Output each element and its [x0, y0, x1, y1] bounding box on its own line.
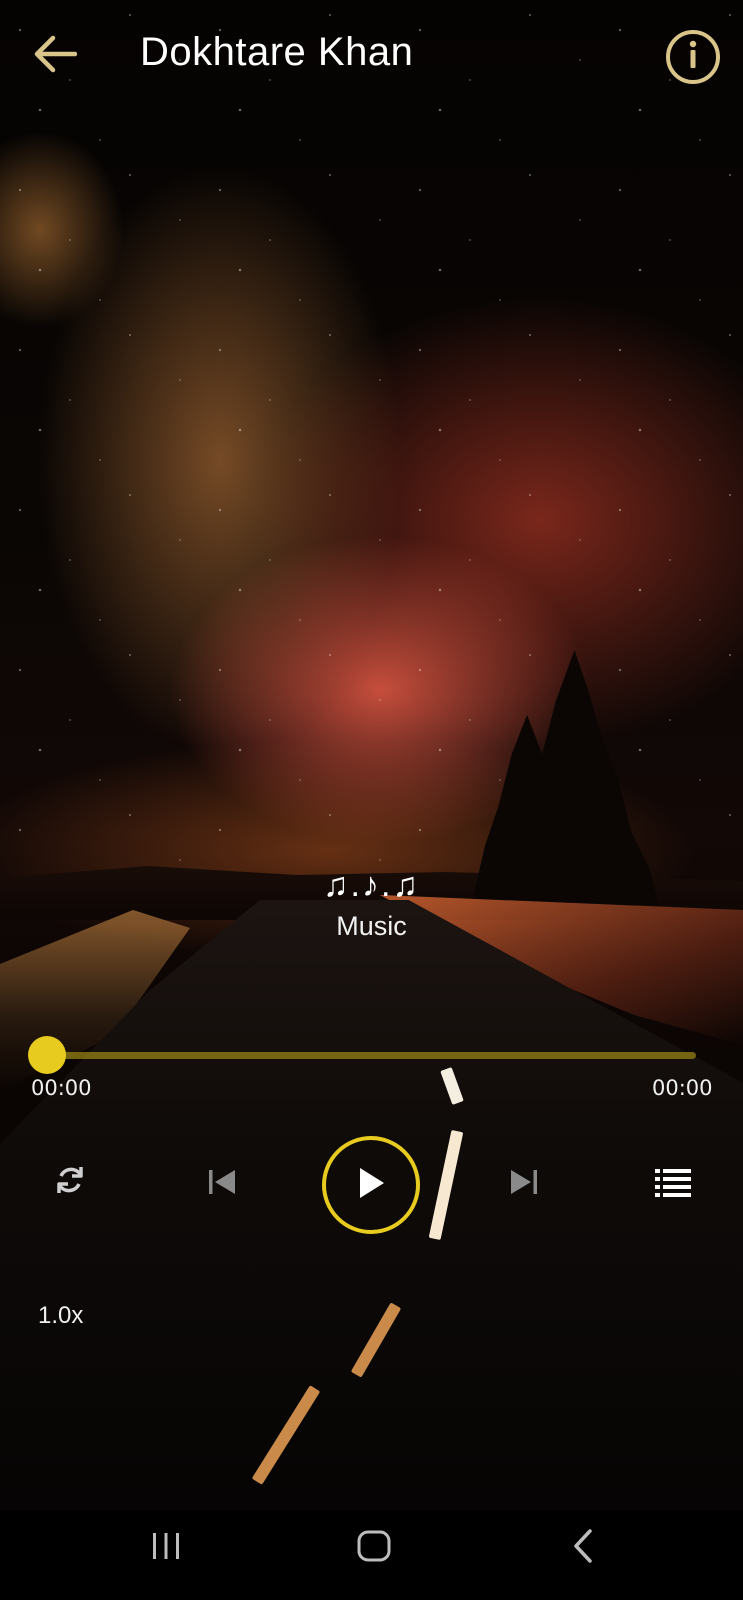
- info-icon: [686, 40, 700, 75]
- system-back-button[interactable]: [566, 1524, 600, 1572]
- repeat-button[interactable]: [48, 1160, 92, 1204]
- system-nav-bar: [0, 1510, 743, 1600]
- info-button[interactable]: [666, 30, 720, 84]
- skip-next-icon: [509, 1168, 539, 1201]
- track-title: ♫.♪.♫: [323, 866, 420, 904]
- recent-apps-icon: [150, 1532, 182, 1565]
- elapsed-time: 00:00: [31, 1076, 92, 1100]
- playlist-icon: [655, 1167, 691, 1202]
- home-icon: [357, 1530, 391, 1567]
- seek-bar[interactable]: [46, 1052, 696, 1059]
- seek-thumb[interactable]: [28, 1036, 66, 1074]
- play-icon: [354, 1164, 388, 1207]
- arrow-left-icon: [31, 34, 78, 79]
- track-subtitle: Music: [336, 911, 407, 941]
- back-button[interactable]: [24, 28, 84, 84]
- playback-controls: [0, 1136, 743, 1236]
- back-icon: [573, 1528, 593, 1568]
- playback-speed[interactable]: 1.0x: [38, 1302, 83, 1330]
- top-bar: Dokhtare Khan: [0, 0, 743, 112]
- play-button[interactable]: [322, 1136, 420, 1234]
- repeat-icon: [53, 1163, 87, 1202]
- total-time: 00:00: [652, 1076, 713, 1100]
- page-title: Dokhtare Khan: [140, 30, 414, 74]
- skip-previous-icon: [207, 1168, 237, 1201]
- playlist-button[interactable]: [650, 1162, 696, 1206]
- next-button[interactable]: [502, 1162, 546, 1206]
- home-button[interactable]: [352, 1524, 396, 1572]
- starfield: [0, 0, 743, 900]
- previous-button[interactable]: [200, 1162, 244, 1206]
- track-info: ♫.♪.♫ Music: [0, 866, 743, 942]
- recent-apps-button[interactable]: [146, 1526, 186, 1570]
